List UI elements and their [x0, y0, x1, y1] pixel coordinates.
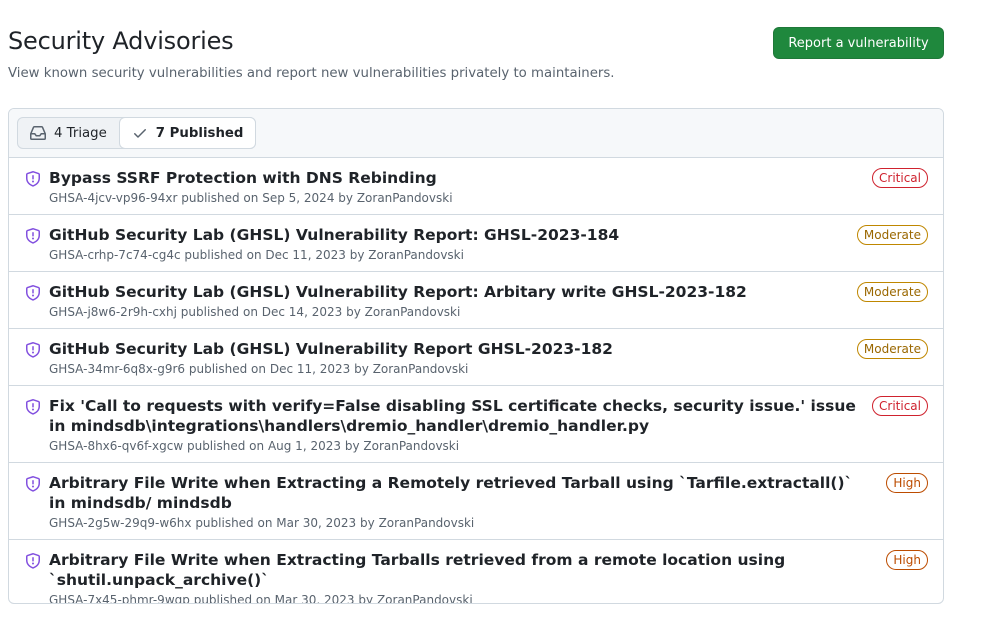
list-header: 4 Triage 7 Published: [9, 109, 943, 158]
severity-badge: High: [886, 550, 928, 570]
published-date: Aug 1, 2023: [267, 439, 341, 453]
advisory-title-link[interactable]: GitHub Security Lab (GHSL) Vulnerability…: [49, 282, 859, 302]
published-text: published on: [195, 516, 273, 530]
published-date: Dec 11, 2023: [265, 248, 346, 262]
shield-icon: [25, 553, 41, 569]
published-date: Mar 30, 2023: [274, 593, 355, 604]
shield-icon: [25, 171, 41, 187]
advisories-list: 4 Triage 7 Published Bypass SSRF Protect…: [8, 108, 944, 604]
author-link[interactable]: ZoranPandovski: [377, 593, 473, 603]
ghsa-id: GHSA-34mr-6q8x-g9r6: [49, 362, 186, 376]
advisory-meta: GHSA-34mr-6q8x-g9r6 published on Dec 11,…: [49, 361, 927, 377]
published-date: Mar 30, 2023: [276, 516, 357, 530]
by-text: by: [349, 248, 365, 262]
ghsa-id: GHSA-2g5w-29q9-w6hx: [49, 516, 192, 530]
advisory-meta: GHSA-crhp-7c74-cg4c published on Dec 11,…: [49, 247, 927, 263]
severity-badge: Critical: [872, 396, 928, 416]
state-filter: 4 Triage 7 Published: [17, 117, 257, 149]
tab-triage[interactable]: 4 Triage: [18, 118, 119, 148]
by-text: by: [344, 439, 360, 453]
published-text: published on: [180, 305, 258, 319]
published-date: Dec 14, 2023: [261, 305, 343, 319]
page-subtitle: View known security vulnerabilities and …: [8, 66, 615, 81]
ghsa-id: GHSA-j8w6-2r9h-cxhj: [49, 305, 177, 319]
ghsa-id: GHSA-7x45-phmr-9wqp: [49, 593, 190, 604]
inbox-icon: [30, 125, 46, 141]
author-link[interactable]: ZoranPandovski: [365, 305, 461, 319]
severity-badge: Moderate: [856, 225, 928, 245]
published-text: published on: [193, 593, 271, 604]
author-link[interactable]: ZoranPandovski: [363, 439, 459, 453]
published-text: published on: [181, 191, 259, 205]
advisory-row: Arbitrary File Write when Extracting Tar…: [9, 540, 943, 604]
advisory-meta: GHSA-8hx6-qv6f-xgcw published on Aug 1, …: [49, 438, 927, 454]
tab-triage-label: 4 Triage: [54, 125, 107, 141]
published-text: published on: [186, 439, 265, 453]
severity-badge: Moderate: [856, 339, 928, 359]
advisory-meta: GHSA-2g5w-29q9-w6hx published on Mar 30,…: [49, 515, 927, 531]
by-text: by: [360, 516, 375, 530]
published-text: published on: [184, 248, 262, 262]
by-text: by: [354, 362, 369, 376]
advisory-title-link[interactable]: GitHub Security Lab (GHSL) Vulnerability…: [49, 339, 859, 359]
by-text: by: [338, 191, 353, 205]
shield-icon: [25, 342, 41, 358]
published-date: Dec 11, 2023: [269, 362, 351, 376]
advisory-row: Fix 'Call to requests with verify=False …: [9, 386, 943, 463]
advisory-rows: Bypass SSRF Protection with DNS Rebindin…: [9, 158, 943, 604]
report-vulnerability-button[interactable]: Report a vulnerability: [773, 27, 944, 59]
ghsa-id: GHSA-4jcv-vp96-94xr: [49, 191, 178, 205]
advisory-meta: GHSA-7x45-phmr-9wqp published on Mar 30,…: [49, 592, 927, 604]
by-text: by: [346, 305, 361, 319]
advisory-title-link[interactable]: Bypass SSRF Protection with DNS Rebindin…: [49, 168, 859, 188]
advisory-meta: GHSA-j8w6-2r9h-cxhj published on Dec 14,…: [49, 304, 927, 320]
shield-icon: [25, 399, 41, 415]
published-text: published on: [188, 362, 266, 376]
shield-icon: [25, 476, 41, 492]
advisory-title-link[interactable]: Fix 'Call to requests with verify=False …: [49, 396, 859, 436]
ghsa-id: GHSA-crhp-7c74-cg4c: [49, 248, 181, 262]
by-text: by: [358, 593, 374, 604]
shield-icon: [25, 285, 41, 301]
advisory-row: GitHub Security Lab (GHSL) Vulnerability…: [9, 215, 943, 272]
author-link[interactable]: ZoranPandovski: [357, 191, 453, 205]
advisory-row: Bypass SSRF Protection with DNS Rebindin…: [9, 158, 943, 215]
advisory-row: Arbitrary File Write when Extracting a R…: [9, 463, 943, 540]
advisory-meta: GHSA-4jcv-vp96-94xr published on Sep 5, …: [49, 190, 927, 206]
author-link[interactable]: ZoranPandovski: [368, 248, 464, 262]
advisory-title-link[interactable]: GitHub Security Lab (GHSL) Vulnerability…: [49, 225, 859, 245]
ghsa-id: GHSA-8hx6-qv6f-xgcw: [49, 439, 184, 453]
advisory-title-link[interactable]: Arbitrary File Write when Extracting Tar…: [49, 550, 859, 590]
severity-badge: Critical: [872, 168, 928, 188]
advisory-row: GitHub Security Lab (GHSL) Vulnerability…: [9, 329, 943, 386]
published-date: Sep 5, 2024: [262, 191, 335, 205]
tab-published[interactable]: 7 Published: [118, 117, 257, 149]
author-link[interactable]: ZoranPandovski: [373, 362, 469, 376]
advisory-row: GitHub Security Lab (GHSL) Vulnerability…: [9, 272, 943, 329]
severity-badge: Moderate: [856, 282, 928, 302]
advisory-title-link[interactable]: Arbitrary File Write when Extracting a R…: [49, 473, 859, 513]
severity-badge: High: [886, 473, 928, 493]
author-link[interactable]: ZoranPandovski: [379, 516, 475, 530]
check-icon: [132, 125, 148, 141]
tab-published-label: 7 Published: [155, 125, 244, 141]
shield-icon: [25, 228, 41, 244]
